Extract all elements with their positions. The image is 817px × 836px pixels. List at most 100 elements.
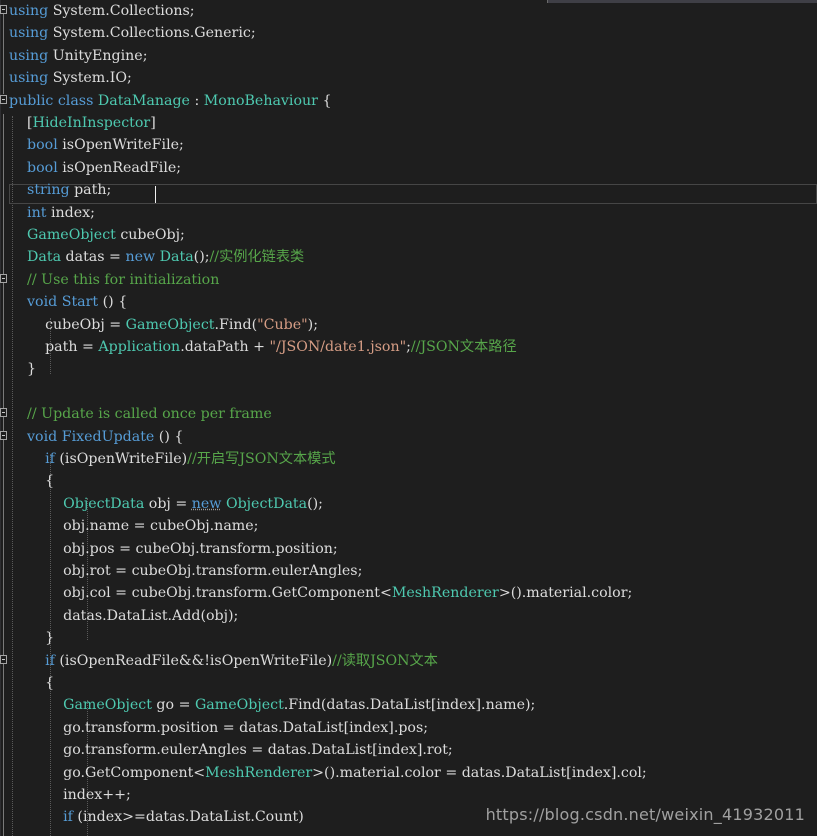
code-line[interactable]: GameObject cubeObj; bbox=[0, 224, 817, 246]
code-text: if (isOpenWriteFile)//开启写JSON文本模式 bbox=[9, 450, 336, 468]
code-token: Start bbox=[61, 294, 99, 311]
code-text: go.transform.position = datas.DataList[i… bbox=[9, 719, 428, 737]
code-text: if (index>=datas.DataList.Count) bbox=[9, 808, 304, 826]
code-token: cubeObj; bbox=[115, 227, 185, 243]
code-line[interactable]: using System.Collections; bbox=[0, 0, 817, 22]
code-line[interactable]: using System.IO; bbox=[0, 67, 817, 89]
code-text: index++; bbox=[9, 786, 131, 804]
code-line[interactable]: [HideInInspector] bbox=[0, 112, 817, 134]
code-line[interactable]: go.transform.position = datas.DataList[i… bbox=[0, 717, 817, 739]
code-token: >().material.color = datas.DataList[inde… bbox=[312, 764, 647, 781]
code-token: } bbox=[9, 361, 37, 378]
code-text: using UnityEngine; bbox=[9, 47, 147, 65]
fold-toggle-icon[interactable] bbox=[0, 408, 7, 418]
code-token: { bbox=[9, 473, 55, 490]
code-line[interactable]: ObjectData obj = new ObjectData(); bbox=[0, 493, 817, 515]
fold-toggle-icon[interactable] bbox=[0, 94, 7, 104]
code-text: using System.Collections; bbox=[9, 2, 195, 20]
code-token: new bbox=[125, 249, 156, 266]
code-text: void FixedUpdate () { bbox=[9, 428, 183, 446]
code-token: .Find( bbox=[214, 316, 258, 333]
code-line[interactable]: // Use this for initialization bbox=[0, 269, 817, 291]
code-line[interactable]: void FixedUpdate () { bbox=[0, 426, 817, 448]
code-token: ObjectData bbox=[225, 495, 308, 512]
code-token: .Find(datas.DataList[index].name); bbox=[283, 697, 536, 714]
code-token: //开启写JSON文本模式 bbox=[187, 451, 336, 467]
code-line[interactable]: obj.name = cubeObj.name; bbox=[0, 515, 817, 537]
code-token: GameObject bbox=[125, 316, 215, 333]
code-text: } bbox=[9, 629, 54, 647]
code-token: HideInInspector bbox=[32, 115, 151, 131]
code-line[interactable]: datas.DataList.Add(obj); bbox=[0, 605, 817, 627]
code-line[interactable]: { bbox=[0, 672, 817, 694]
code-token: new bbox=[191, 495, 222, 512]
code-line[interactable]: obj.rot = cubeObj.transform.eulerAngles; bbox=[0, 560, 817, 582]
code-line[interactable]: bool isOpenReadFile; bbox=[0, 157, 817, 179]
code-line[interactable]: cubeObj = GameObject.Find("Cube"); bbox=[0, 314, 817, 336]
code-line[interactable]: } bbox=[0, 627, 817, 649]
code-token: if bbox=[45, 451, 55, 467]
code-line[interactable]: go.transform.eulerAngles = datas.DataLis… bbox=[0, 739, 817, 761]
code-token: MonoBehaviour bbox=[203, 92, 318, 109]
code-token: () { bbox=[154, 428, 184, 445]
code-text: cubeObj = GameObject.Find("Cube"); bbox=[9, 316, 318, 334]
fold-toggle-icon[interactable] bbox=[0, 5, 7, 14]
code-line[interactable]: obj.col = cubeObj.transform.GetComponent… bbox=[0, 582, 817, 604]
code-text: { bbox=[9, 674, 54, 692]
code-token: "/JSON/date1.json" bbox=[269, 339, 407, 355]
code-token: if bbox=[45, 652, 55, 669]
code-line[interactable]: if (isOpenWriteFile)//开启写JSON文本模式 bbox=[0, 448, 817, 470]
code-line[interactable]: void Start () { bbox=[0, 291, 817, 313]
fold-toggle-icon[interactable] bbox=[0, 654, 7, 664]
code-token: >().material.color; bbox=[498, 585, 633, 602]
code-token: go.transform.eulerAngles = datas.DataLis… bbox=[9, 742, 453, 759]
code-line[interactable]: index++; bbox=[0, 784, 817, 806]
code-line[interactable]: Data datas = new Data();//实例化链表类 bbox=[0, 246, 817, 268]
code-text: bool isOpenWriteFile; bbox=[9, 136, 184, 154]
code-token: index; bbox=[46, 204, 95, 221]
code-text: obj.rot = cubeObj.transform.eulerAngles; bbox=[9, 562, 362, 580]
code-line[interactable]: if (isOpenReadFile&&!isOpenWriteFile)//读… bbox=[0, 650, 817, 672]
fold-toggle-icon[interactable] bbox=[0, 273, 7, 283]
code-token: : bbox=[189, 92, 204, 109]
code-line[interactable]: } bbox=[0, 358, 817, 380]
code-line[interactable]: { bbox=[0, 470, 817, 492]
code-line[interactable] bbox=[0, 381, 817, 403]
code-line[interactable]: bool isOpenWriteFile; bbox=[0, 134, 817, 156]
code-text: int index; bbox=[9, 204, 95, 222]
code-line[interactable]: GameObject go = GameObject.Find(datas.Da… bbox=[0, 694, 817, 716]
code-token: datas.DataList.Add(obj); bbox=[9, 607, 239, 624]
code-text: go.GetComponent<MeshRenderer>().material… bbox=[9, 764, 647, 782]
code-line[interactable]: string path; bbox=[0, 179, 817, 201]
fold-toggle-icon[interactable] bbox=[0, 430, 7, 440]
code-line[interactable]: path = Application.dataPath + "/JSON/dat… bbox=[0, 336, 817, 358]
code-line[interactable]: int index; bbox=[0, 202, 817, 224]
code-text: bool isOpenReadFile; bbox=[9, 159, 181, 177]
code-text: [HideInInspector] bbox=[9, 114, 156, 132]
code-line[interactable]: using System.Collections.Generic; bbox=[0, 22, 817, 44]
code-line[interactable]: go.GetComponent<MeshRenderer>().material… bbox=[0, 762, 817, 784]
code-token: () { bbox=[98, 294, 128, 311]
code-token: if bbox=[63, 809, 73, 826]
code-editor[interactable]: using System.Collections; using System.Co… bbox=[0, 0, 817, 836]
code-line[interactable]: public class DataManage : MonoBehaviour … bbox=[0, 90, 817, 112]
code-text: if (isOpenReadFile&&!isOpenWriteFile)//读… bbox=[9, 652, 438, 670]
code-token: UnityEngine; bbox=[48, 47, 148, 64]
code-text: GameObject cubeObj; bbox=[9, 226, 185, 244]
code-token: obj.pos = cubeObj.transform.position; bbox=[9, 540, 338, 557]
code-token: (isOpenWriteFile) bbox=[54, 451, 188, 467]
code-line[interactable]: using UnityEngine; bbox=[0, 45, 817, 67]
code-token: string bbox=[27, 182, 70, 199]
code-token: using bbox=[9, 3, 49, 19]
code-text: GameObject go = GameObject.Find(datas.Da… bbox=[9, 696, 535, 714]
code-token: { bbox=[317, 92, 332, 109]
code-line[interactable]: obj.pos = cubeObj.transform.position; bbox=[0, 538, 817, 560]
code-line[interactable]: // Update is called once per frame bbox=[0, 403, 817, 425]
